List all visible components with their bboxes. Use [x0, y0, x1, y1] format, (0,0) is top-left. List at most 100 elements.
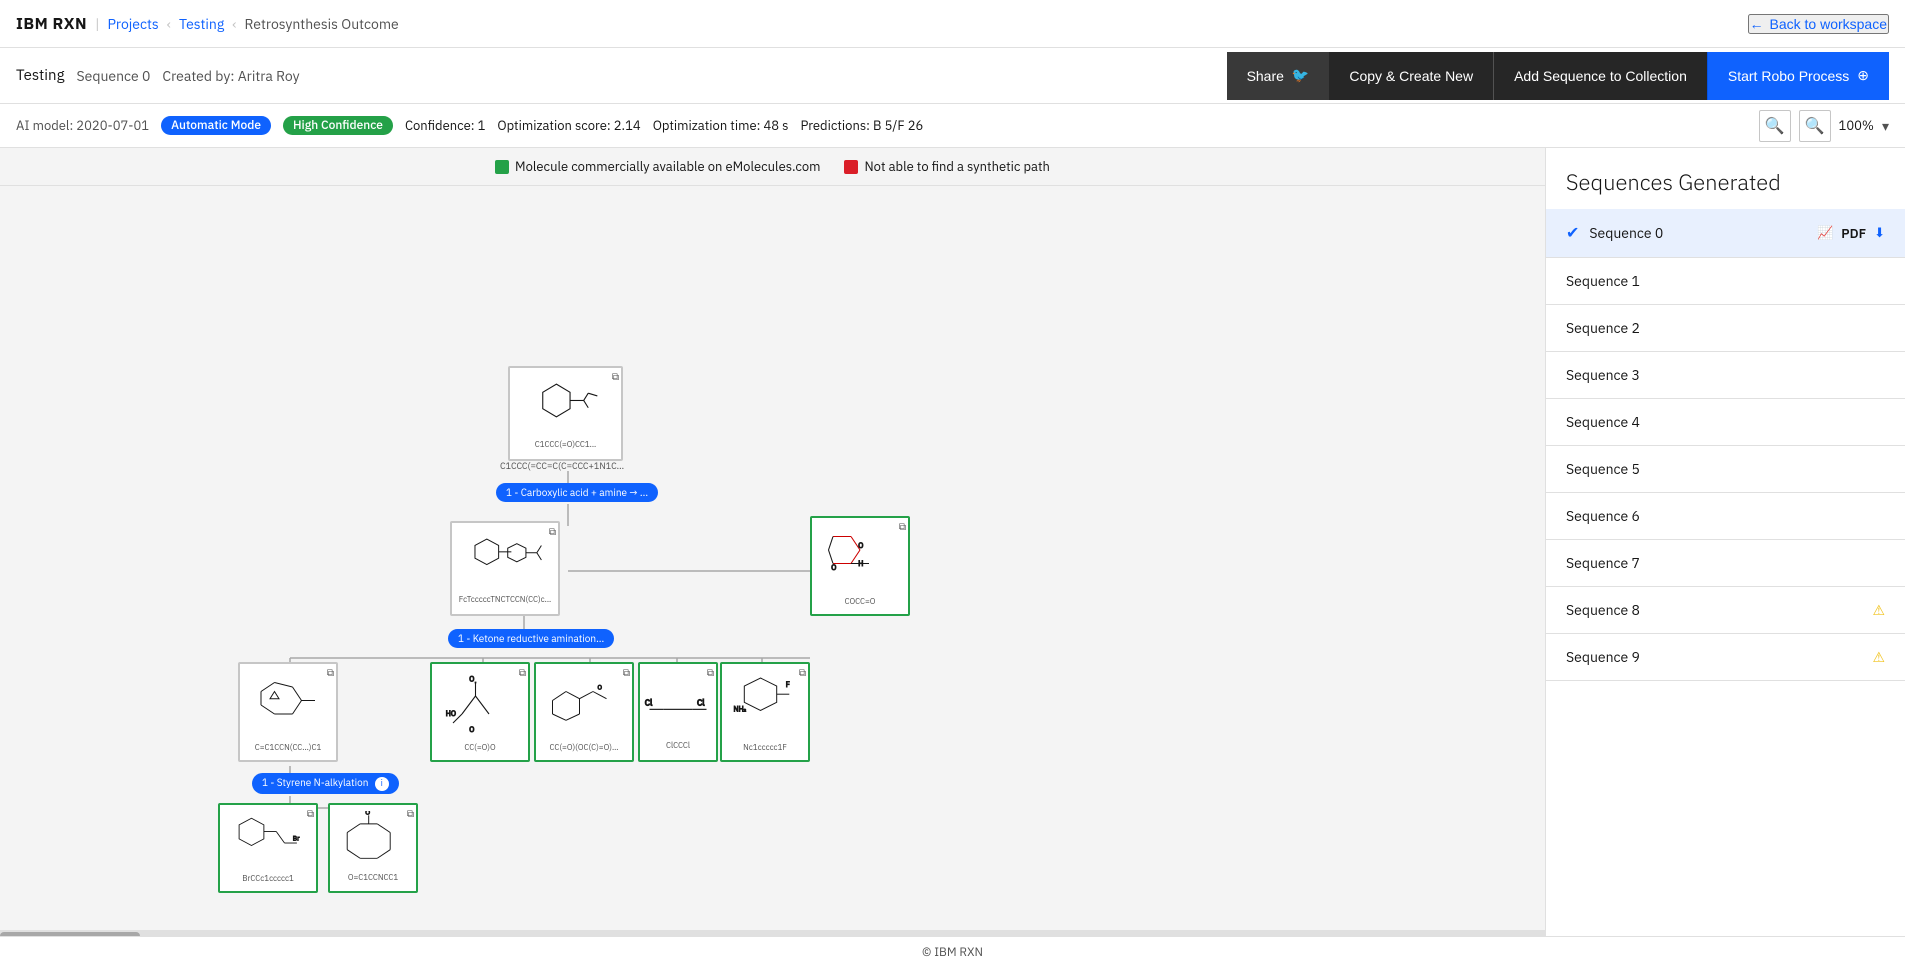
sidebar-item-sequence-5[interactable]: Sequence 5 — [1546, 446, 1905, 493]
sidebar-item-sequence-6[interactable]: Sequence 6 — [1546, 493, 1905, 540]
smiles-top: C1CCC(=CC=C(C=CCC+1N1C... — [500, 461, 624, 472]
mol-m4-structure: Cl Cl — [640, 671, 716, 738]
project-name: Testing — [16, 66, 65, 85]
twitter-icon: 🐦 — [1292, 67, 1309, 84]
nav-projects[interactable]: Projects — [108, 15, 159, 33]
optimization-time: Optimization time: 48 s — [653, 117, 789, 134]
molecule-m4[interactable]: Cl Cl ClCCCl ⧉ — [638, 662, 718, 762]
sequence-label: Sequence 0 — [77, 67, 151, 85]
svg-text:Cl: Cl — [697, 698, 705, 709]
mol-m4-copy-icon[interactable]: ⧉ — [707, 666, 714, 679]
sequence-0-download-button[interactable]: ⬇ — [1874, 225, 1885, 241]
info-bar: AI model: 2020-07-01 Automatic Mode High… — [0, 104, 1905, 148]
molecule-left-1[interactable]: FcTcccccTNCTCCN(CC)c... ⧉ — [450, 521, 560, 616]
mol-b2-copy-icon[interactable]: ⧉ — [407, 807, 414, 820]
sidebar-item-sequence-4[interactable]: Sequence 4 — [1546, 399, 1905, 446]
canvas-scroll[interactable]: C1CCC(=O)CC1... ⧉ C1CCC(=CC=C(C=CCC+1N1C… — [0, 186, 1545, 930]
zoom-in-icon: 🔍 — [1765, 116, 1785, 136]
mol-m1-copy-icon[interactable]: ⧉ — [327, 666, 334, 679]
footer-text: © IBM RXN — [922, 945, 983, 960]
share-button[interactable]: Share 🐦 — [1227, 52, 1330, 100]
mol-b1-copy-icon[interactable]: ⧉ — [307, 807, 314, 820]
breadcrumb: IBM RXN | Projects ‹ Testing ‹ Retrosynt… — [16, 14, 399, 34]
confidence-badge: High Confidence — [283, 116, 393, 135]
legend-orange-dot — [844, 160, 858, 174]
mol-left-1-smiles: FcTcccccTNCTCCN(CC)c... — [457, 593, 553, 607]
reaction-node-3[interactable]: 1 - Styrene N-alkylation i — [252, 773, 399, 794]
mol-m5-smiles: Nc1ccccc1F — [741, 741, 789, 755]
molecule-b2[interactable]: O O=C1CCNCC1 ⧉ — [328, 803, 418, 893]
plus-icon: ⊕ — [1857, 67, 1869, 84]
mol-top-copy-icon[interactable]: ⧉ — [612, 370, 619, 383]
zoom-dropdown-icon[interactable]: ▾ — [1882, 117, 1889, 135]
mol-m5-copy-icon[interactable]: ⧉ — [799, 666, 806, 679]
nav-testing[interactable]: Testing — [179, 15, 224, 33]
brand-logo: IBM RXN — [16, 14, 87, 34]
sidebar-item-sequence-2[interactable]: Sequence 2 — [1546, 305, 1905, 352]
legend-bar: Molecule commercially available on eMole… — [0, 148, 1545, 186]
svg-text:O: O — [469, 725, 474, 734]
mol-m4-smiles: ClCCCl — [664, 739, 692, 753]
legend-green: Molecule commercially available on eMole… — [495, 158, 820, 175]
horizontal-scrollbar[interactable] — [0, 930, 1545, 936]
svg-text:Br: Br — [293, 834, 300, 843]
molecule-m1[interactable]: C=C1CCN(CC...)C1 ⧉ — [238, 662, 338, 762]
sidebar-item-sequence-9[interactable]: Sequence 9 ⚠ — [1546, 634, 1905, 681]
mol-m3-smiles: CC(=O)(OC(C)=O)... — [548, 741, 621, 755]
svg-text:O: O — [365, 811, 370, 816]
nav-sep-1: | — [95, 15, 99, 33]
molecule-m5[interactable]: F NH₂ Nc1ccccc1F ⧉ — [720, 662, 810, 762]
zoom-out-button[interactable]: 🔍 — [1799, 110, 1831, 142]
molecule-b1[interactable]: Br BrCCc1ccccc1 ⧉ — [218, 803, 318, 893]
molecule-tree-svg — [0, 186, 1150, 916]
zoom-in-button[interactable]: 🔍 — [1759, 110, 1791, 142]
mol-left-1-copy-icon[interactable]: ⧉ — [549, 525, 556, 538]
info-bar-right: 🔍 🔍 100% ▾ — [1759, 110, 1889, 142]
nav-current-page: Retrosynthesis Outcome — [245, 15, 399, 33]
sidebar-item-sequence-0[interactable]: ✔ Sequence 0 📈 PDF ⬇ — [1546, 209, 1905, 258]
sidebar-item-sequence-8[interactable]: Sequence 8 ⚠ — [1546, 587, 1905, 634]
mol-right-1-copy-icon[interactable]: ⧉ — [899, 520, 906, 533]
mol-left-1-structure — [452, 530, 558, 594]
svg-text:F: F — [786, 680, 790, 689]
predictions: Predictions: B 5/F 26 — [800, 117, 923, 134]
mol-b2-smiles: O=C1CCNCC1 — [346, 871, 400, 885]
start-robo-button[interactable]: Start Robo Process ⊕ — [1707, 52, 1889, 100]
optimization-score: Optimization score: 2.14 — [497, 117, 640, 134]
molecule-m3[interactable]: O CC(=O)(OC(C)=O)... ⧉ — [534, 662, 634, 762]
molecule-top[interactable]: C1CCC(=O)CC1... ⧉ — [508, 366, 623, 461]
sequence-9-warn-icon: ⚠ — [1872, 648, 1885, 666]
sequence-8-warn-icon: ⚠ — [1872, 601, 1885, 619]
canvas-inner: C1CCC(=O)CC1... ⧉ C1CCC(=CC=C(C=CCC+1N1C… — [0, 186, 1180, 930]
sidebar-item-sequence-7[interactable]: Sequence 7 — [1546, 540, 1905, 587]
svg-text:O: O — [858, 541, 863, 550]
copy-create-button[interactable]: Copy & Create New — [1329, 52, 1493, 100]
reaction-node-1[interactable]: 1 - Carboxylic acid + amine → ... — [496, 483, 658, 502]
back-to-workspace-button[interactable]: ← Back to workspace — [1748, 14, 1890, 34]
reaction-node-2[interactable]: 1 - Ketone reductive amination... — [448, 629, 614, 648]
mol-m2-copy-icon[interactable]: ⧉ — [519, 666, 526, 679]
sequence-0-pdf-label: PDF — [1841, 225, 1866, 242]
legend-orange: Not able to find a synthetic path — [844, 158, 1049, 175]
canvas-area: Molecule commercially available on eMole… — [0, 148, 1545, 936]
legend-green-dot — [495, 160, 509, 174]
svg-text:HO: HO — [446, 709, 456, 718]
mol-m2-smiles: CC(=O)O — [462, 741, 497, 755]
molecule-right-1[interactable]: O O H COCC=O ⧉ — [810, 516, 910, 616]
main-layout: Molecule commercially available on eMole… — [0, 148, 1905, 936]
sidebar-item-sequence-3[interactable]: Sequence 3 — [1546, 352, 1905, 399]
add-sequence-button[interactable]: Add Sequence to Collection — [1493, 52, 1707, 100]
auto-mode-badge: Automatic Mode — [161, 116, 271, 135]
confidence-score: Confidence: 1 — [405, 117, 485, 134]
mol-m3-copy-icon[interactable]: ⧉ — [623, 666, 630, 679]
toolbar: Testing Sequence 0 Created by: Aritra Ro… — [0, 48, 1905, 104]
zoom-out-icon: 🔍 — [1805, 116, 1825, 136]
rxn3-info-icon: i — [375, 777, 389, 791]
molecule-m2[interactable]: O O HO CC(=O)O ⧉ — [430, 662, 530, 762]
sidebar-item-sequence-1[interactable]: Sequence 1 — [1546, 258, 1905, 305]
sequence-0-check-icon: ✔ — [1566, 223, 1579, 243]
top-nav-right: ← Back to workspace — [1748, 14, 1890, 34]
mol-m2-structure: O O HO — [432, 669, 528, 741]
created-by: Created by: Aritra Roy — [162, 67, 299, 85]
sequence-0-chart-button[interactable]: 📈 — [1817, 225, 1833, 241]
